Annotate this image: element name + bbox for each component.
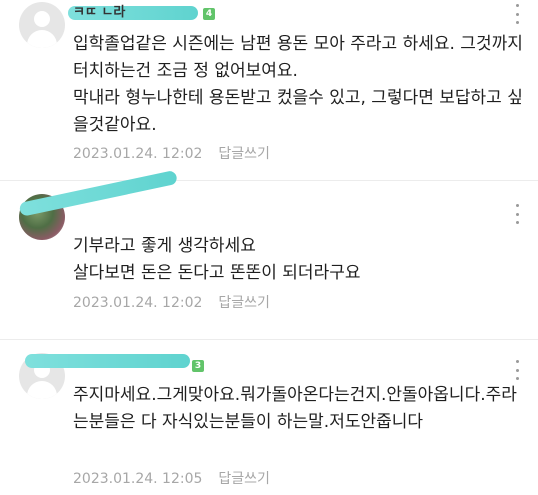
reply-button[interactable]: 답글쓰기 — [218, 471, 270, 487]
person-icon — [34, 11, 50, 27]
reply-button[interactable]: 답글쓰기 — [218, 146, 270, 162]
timestamp: 2023.01.24. 12:02 — [73, 146, 203, 162]
timestamp: 2023.01.24. 12:05 — [73, 471, 203, 487]
level-badge: 4 — [203, 8, 215, 20]
nickname[interactable]: ㅋㄸ ㄴ라 — [73, 1, 125, 20]
comment-text: 기부라고 좋게 생각하세요 살다보면 돈은 돈다고 똔똔이 되더라구요 — [73, 236, 361, 283]
reply-button[interactable]: 답글쓰기 — [218, 295, 270, 311]
nickname-redaction — [25, 354, 190, 368]
comment-3: 3 주지마세요.그게맞아요.뭐가돌아온다는건지.안돌아옵니다.주라는분들은 다 … — [0, 340, 538, 495]
comment-meta: 2023.01.24. 12:02 답글쓰기 — [73, 143, 270, 163]
comment-text: 입학졸업같은 시즌에는 남편 용돈 모아 주라고 하세요. 그것까지 터치하는건… — [73, 34, 523, 135]
timestamp: 2023.01.24. 12:02 — [73, 295, 203, 311]
comment-meta: 2023.01.24. 12:05 답글쓰기 — [73, 468, 270, 488]
comment-2: 기부라고 좋게 생각하세요 살다보면 돈은 돈다고 똔똔이 되더라구요 2023… — [0, 169, 538, 339]
comment-text: 주지마세요.그게맞아요.뭐가돌아온다는건지.안돌아옵니다.주라는분들은 다 자식… — [73, 385, 517, 432]
level-badge: 3 — [192, 360, 204, 372]
more-vertical-icon[interactable] — [514, 360, 520, 380]
avatar[interactable] — [19, 2, 65, 48]
more-vertical-icon[interactable] — [514, 204, 520, 224]
comment-1: ㅋㄸ ㄴ라 4 입학졸업같은 시즌에는 남편 용돈 모아 주라고 하세요. 그것… — [0, 0, 538, 180]
comment-meta: 2023.01.24. 12:02 답글쓰기 — [73, 292, 270, 312]
more-vertical-icon[interactable] — [514, 4, 520, 24]
